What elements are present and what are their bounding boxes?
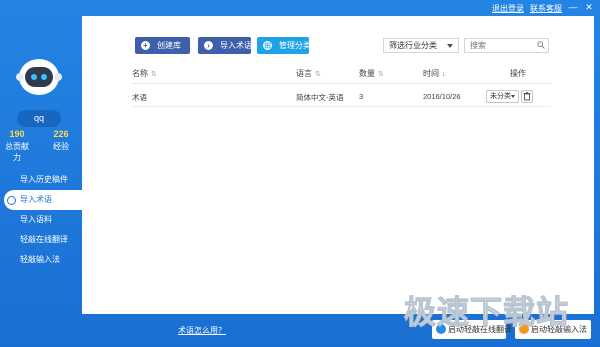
delete-button[interactable] xyxy=(521,90,533,103)
minimize-button[interactable]: — xyxy=(566,1,580,13)
category-value: 未分类 xyxy=(490,93,511,100)
stat-experience: 226 经验 xyxy=(50,129,72,152)
username: qq xyxy=(17,110,61,127)
sort-icon: ⇅ xyxy=(378,71,384,78)
category-dropdown[interactable]: 未分类 xyxy=(486,90,519,103)
import-icon: › xyxy=(204,41,213,50)
stat-label: 经验 xyxy=(53,142,69,151)
title-bar: 退出登录 联系客服 — ✕ xyxy=(0,0,600,16)
cell-language: 简体中文-英语 xyxy=(296,93,344,102)
main-panel: + 创建库 › 导入术语 ⊞ 管理分类 筛选行业分类 名称⇅ 语言⇅ 数量⇅ 时… xyxy=(82,16,594,314)
sidebar-nav: 导入历史稿件 导入术语 导入语料 轻敲在线翻译 轻敲输入法 xyxy=(0,170,82,270)
stat-contribution: 190 总贡献力 xyxy=(4,129,30,163)
chevron-down-icon xyxy=(511,95,515,98)
column-header-name[interactable]: 名称 ⇅ xyxy=(132,68,157,79)
sort-icon: ↓ xyxy=(442,71,446,78)
sidebar-item-import-corpus[interactable]: 导入语料 xyxy=(0,210,82,230)
sidebar: qq 190 总贡献力 226 经验 导入历史稿件 导入术语 导入语料 轻敲在线… xyxy=(0,16,82,347)
column-header-count[interactable]: 数量 ⇅ xyxy=(359,68,384,79)
stat-value: 226 xyxy=(53,129,69,139)
industry-filter-value: 筛选行业分类 xyxy=(389,41,437,50)
sort-icon: ⇅ xyxy=(151,71,157,78)
sort-icon: ⇅ xyxy=(315,71,321,78)
column-header-time[interactable]: 时间 ↓ xyxy=(423,68,446,79)
column-header-action: 操作 xyxy=(510,69,526,78)
stat-value: 190 xyxy=(9,129,25,139)
sidebar-item-online-translate[interactable]: 轻敲在线翻译 xyxy=(0,230,82,250)
stat-label: 总贡献力 xyxy=(5,142,29,162)
app-window: 退出登录 联系客服 — ✕ qq 190 总贡献力 226 经验 导入历史稿件 xyxy=(0,0,600,347)
search-icon[interactable] xyxy=(537,41,545,49)
column-header-language[interactable]: 语言 ⇅ xyxy=(296,68,321,79)
logout-link[interactable]: 退出登录 xyxy=(492,3,524,14)
watermark-text: 极速下载站 xyxy=(403,293,570,332)
sidebar-item-import-terms[interactable]: 导入术语 xyxy=(4,190,82,210)
terms-help-link[interactable]: 术语怎么用？ xyxy=(178,325,226,336)
table-header: 名称 ⇅ 语言 ⇅ 数量 ⇅ 时间 ↓ 操作 xyxy=(132,63,551,84)
robot-avatar-icon xyxy=(15,52,63,100)
close-button[interactable]: ✕ xyxy=(582,1,596,13)
import-terms-button[interactable]: › 导入术语 xyxy=(198,37,252,54)
cell-time: 2016/10/26 xyxy=(423,92,461,101)
header-label: 名称 xyxy=(132,69,148,78)
contact-support-link[interactable]: 联系客服 xyxy=(530,3,562,14)
sidebar-item-import-history[interactable]: 导入历史稿件 xyxy=(0,170,82,190)
table-row[interactable]: 术语 简体中文-英语 3 2016/10/26 未分类 xyxy=(132,87,551,107)
cell-name: 术语 xyxy=(132,93,147,102)
trash-icon xyxy=(523,92,531,101)
create-library-button[interactable]: + 创建库 xyxy=(135,37,190,54)
industry-filter-select[interactable]: 筛选行业分类 xyxy=(383,38,459,53)
manage-category-button[interactable]: ⊞ 管理分类 xyxy=(257,37,311,54)
cell-count: 3 xyxy=(359,92,364,101)
sidebar-item-input-method[interactable]: 轻敲输入法 xyxy=(0,250,82,270)
create-library-label: 创建库 xyxy=(157,41,181,50)
plus-icon: + xyxy=(141,41,150,50)
header-label: 数量 xyxy=(359,69,375,78)
chevron-down-icon xyxy=(447,44,453,48)
manage-category-label: 管理分类 xyxy=(279,41,311,50)
import-terms-label: 导入术语 xyxy=(220,41,252,50)
grid-icon: ⊞ xyxy=(263,41,272,50)
header-label: 语言 xyxy=(296,69,312,78)
header-label: 时间 xyxy=(423,69,439,78)
